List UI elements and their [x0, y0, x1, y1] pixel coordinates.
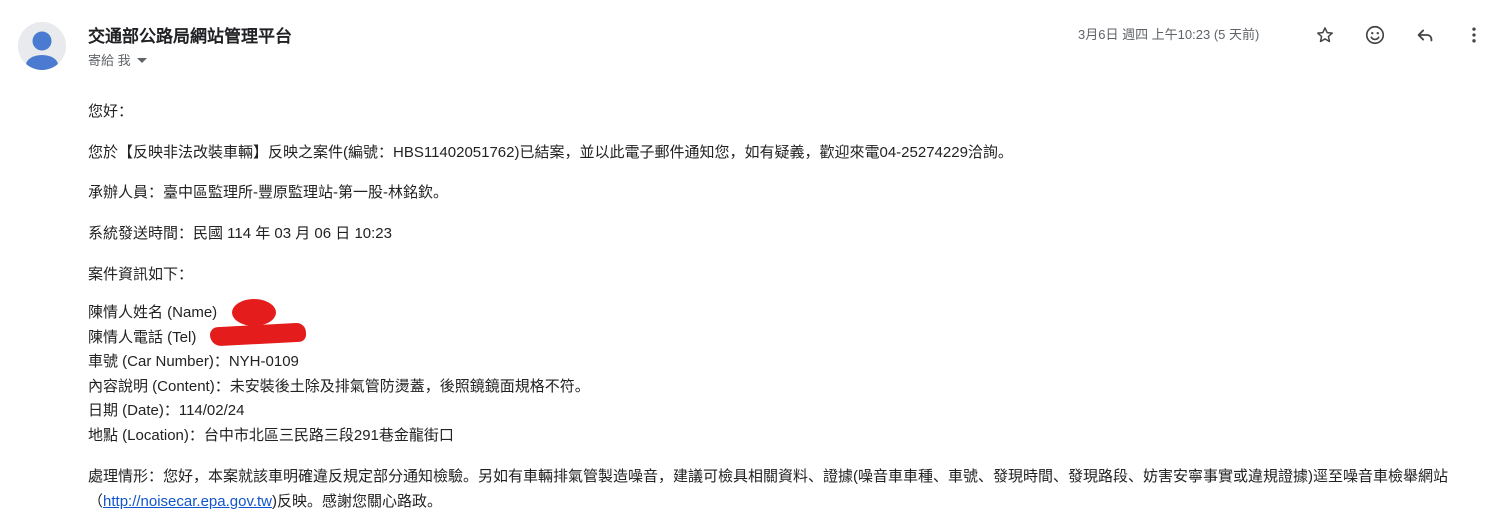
sender-avatar[interactable]	[18, 22, 66, 70]
handling-text-end: )反映。感謝您關心路政。	[272, 493, 443, 510]
reply-button[interactable]	[1410, 20, 1440, 50]
noisecar-link[interactable]: http://noisecar.epa.gov.tw	[103, 493, 272, 510]
message-date: 3月6日 週四 上午10:23 (5 天前)	[1078, 27, 1260, 42]
sender-name[interactable]: 交通部公路局網站管理平台	[88, 22, 292, 47]
case-info-heading: 案件資訊如下：	[88, 266, 194, 283]
case-info-list: 陳情人姓名 (Name) 陳情人電話 (Tel) 車號 (Car Number)…	[88, 301, 590, 448]
star-icon	[1317, 27, 1333, 43]
content-description-row: 內容說明 (Content)：未安裝後土除及排氣管防燙蓋，後照鏡鏡面規格不符。	[88, 377, 590, 395]
handling-status: 處理情形：您好，本案就該車明確違反規定部分通知檢驗。另如有車輛排氣管製造噪音，建…	[88, 464, 1488, 514]
handler-info: 承辦人員：臺中區監理所-豐原監理站-第一股-林銘欽。	[88, 184, 448, 201]
recipient-label: 寄給 我	[88, 53, 131, 68]
send-time: 系統發送時間：民國 114 年 03 月 06 日 10:23	[88, 225, 392, 242]
location-row: 地點 (Location)：台中市北區三民路三段291巷金龍街口	[88, 426, 454, 444]
date-row: 日期 (Date)：114/02/24	[88, 402, 245, 419]
petitioner-name-row: 陳情人姓名 (Name)	[88, 301, 590, 326]
more-vert-icon	[1472, 27, 1476, 43]
chevron-down-icon	[136, 58, 147, 63]
emoji-reaction-icon	[1365, 25, 1385, 45]
case-closed-notice: 您於【反映非法改裝車輛】反映之案件(編號：HBS11402051762)已結案，…	[88, 144, 1013, 161]
greeting: 您好：	[88, 103, 134, 120]
more-options-button[interactable]	[1459, 20, 1489, 50]
star-button[interactable]	[1310, 20, 1340, 50]
petitioner-tel-row: 陳情人電話 (Tel)	[88, 326, 590, 351]
redaction-mark-name	[232, 299, 276, 326]
reply-icon	[1417, 29, 1433, 42]
petitioner-name-label: 陳情人姓名 (Name)	[88, 304, 218, 321]
petitioner-tel-label: 陳情人電話 (Tel)	[88, 328, 197, 346]
recipient-details-toggle[interactable]: 寄給 我	[88, 50, 147, 69]
car-number-row: 車號 (Car Number)：NYH-0109	[88, 353, 299, 370]
person-avatar-icon	[18, 22, 66, 70]
emoji-reaction-button[interactable]	[1360, 20, 1390, 50]
